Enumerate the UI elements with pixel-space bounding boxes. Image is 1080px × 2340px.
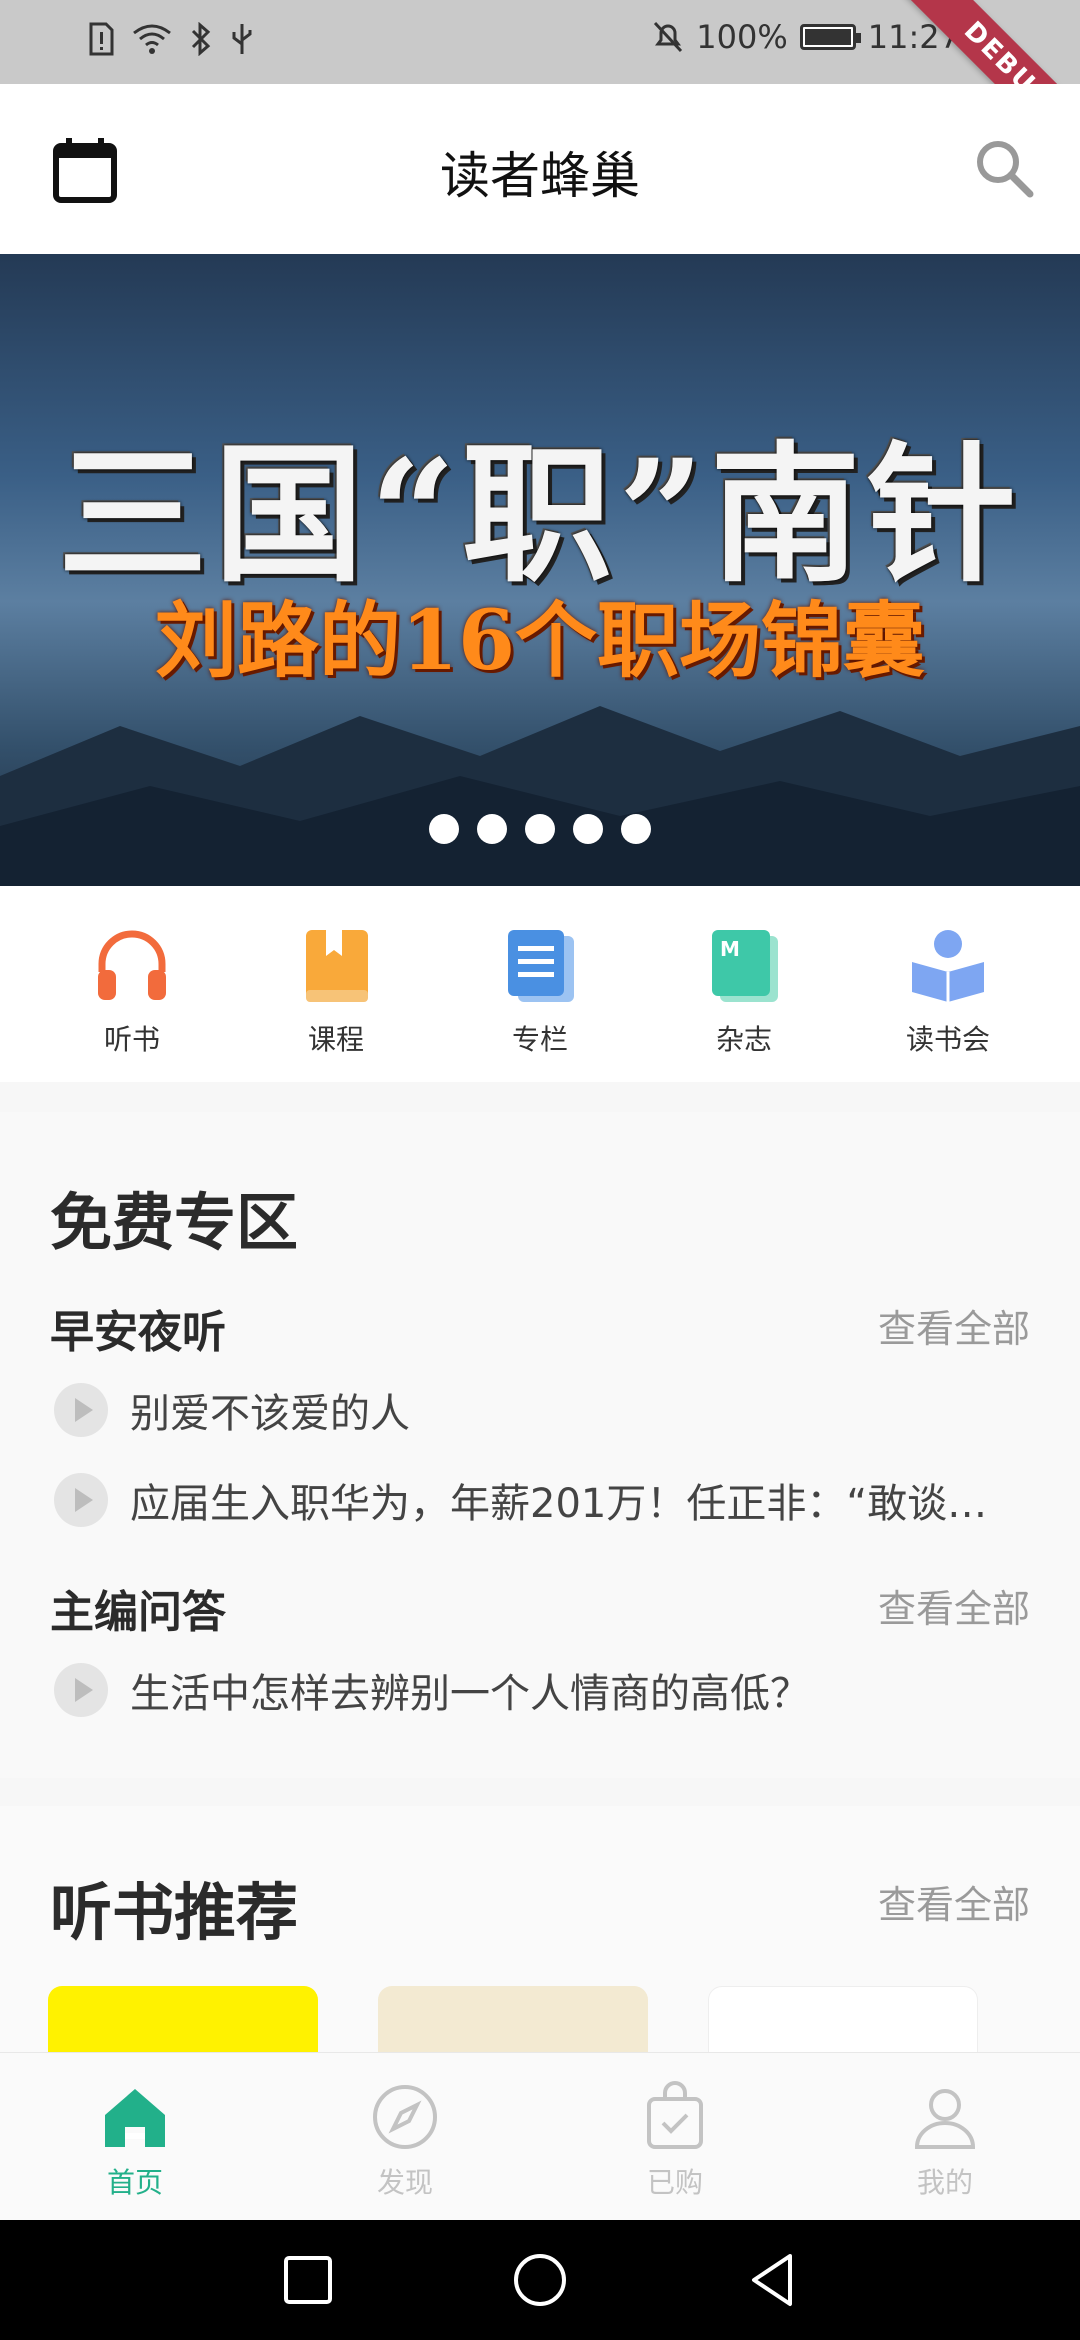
app-bar: 读者蜂巢 <box>0 84 1080 254</box>
free-zone-section: 免费专区 早安夜听 查看全部 别爱不该爱的人 应届生入职华为，年薪201万！任正… <box>0 1112 1080 1778</box>
category-course[interactable]: 课程 <box>256 886 416 1082</box>
track-item[interactable]: 应届生入职华为，年薪201万！任正非：“敢谈… <box>54 1470 987 1530</box>
banner-carousel[interactable]: 三国“职”南针 刘路的16个职场锦囊 <box>0 254 1080 886</box>
column-doc-icon <box>508 930 574 1002</box>
home-icon <box>105 2089 165 2147</box>
category-magazine[interactable]: M 杂志 <box>664 886 824 1082</box>
bottom-nav: 首页 发现 已购 我的 <box>0 2052 1080 2220</box>
banner-subtitle: 刘路的16个职场锦囊 <box>154 593 926 689</box>
carousel-dot[interactable] <box>525 814 555 844</box>
play-icon[interactable] <box>54 1473 108 1527</box>
see-all-link[interactable]: 查看全部 <box>878 1874 1030 1929</box>
bluetooth-icon <box>191 22 211 56</box>
play-icon[interactable] <box>54 1663 108 1717</box>
recent-apps-icon[interactable] <box>278 2250 338 2310</box>
play-icon[interactable] <box>54 1383 108 1437</box>
course-book-icon <box>306 930 368 1002</box>
track-title: 生活中怎样去辨别一个人情商的高低？ <box>130 1671 810 1717</box>
reading-club-icon <box>912 930 984 1002</box>
search-icon[interactable] <box>972 136 1036 200</box>
listen-recommend-section: 听书推荐 查看全部 <box>0 1806 1080 2056</box>
category-label: 专栏 <box>511 1023 568 1056</box>
listen-recommend-title: 听书推荐 <box>50 1876 299 1949</box>
track-item[interactable]: 别爱不该爱的人 <box>54 1380 410 1440</box>
mute-bell-icon <box>654 21 683 53</box>
category-label: 杂志 <box>715 1023 772 1056</box>
status-icons-right: 100% 11:27 <box>652 18 960 56</box>
usb-icon <box>232 24 252 54</box>
nav-mine[interactable]: 我的 <box>845 2053 1045 2220</box>
morning-night-title: 早安夜听 <box>50 1307 226 1358</box>
headphones-icon <box>98 930 166 1000</box>
status-icons-left <box>88 22 254 56</box>
category-label: 听书 <box>103 1023 160 1056</box>
nav-home[interactable]: 首页 <box>35 2053 235 2220</box>
nav-label: 已购 <box>646 2166 703 2199</box>
editor-qa-title: 主编问答 <box>50 1587 226 1638</box>
back-triangle-icon[interactable] <box>742 2250 802 2310</box>
track-item[interactable]: 生活中怎样去辨别一个人情商的高低？ <box>54 1660 810 1720</box>
category-label: 课程 <box>307 1023 364 1056</box>
category-listen-book[interactable]: 听书 <box>52 886 212 1082</box>
book-card[interactable] <box>708 1986 978 2056</box>
nav-label: 我的 <box>916 2166 973 2199</box>
carousel-dots <box>0 814 1080 844</box>
profile-icon <box>914 2089 976 2149</box>
category-row: 听书 课程 专栏 M 杂志 读书会 <box>0 886 1080 1082</box>
see-all-link[interactable]: 查看全部 <box>878 1578 1030 1633</box>
category-column[interactable]: 专栏 <box>460 886 620 1082</box>
home-circle-icon[interactable] <box>510 2250 570 2310</box>
nav-purchased[interactable]: 已购 <box>575 2053 775 2220</box>
battery-percent: 100% <box>696 18 788 56</box>
purchased-bag-icon <box>647 2081 703 2149</box>
sim-alert-icon <box>89 22 114 56</box>
carousel-dot[interactable] <box>477 814 507 844</box>
system-nav-bar <box>0 2220 1080 2340</box>
nav-label: 发现 <box>376 2166 433 2199</box>
nav-label: 首页 <box>106 2166 163 2199</box>
carousel-dot[interactable] <box>621 814 651 844</box>
page-title: 读者蜂巢 <box>440 147 640 205</box>
magazine-icon: M <box>712 930 778 1002</box>
category-label: 读书会 <box>905 1023 990 1056</box>
category-reading-club[interactable]: 读书会 <box>868 886 1028 1082</box>
free-zone-title: 免费专区 <box>50 1186 299 1259</box>
carousel-dot[interactable] <box>573 814 603 844</box>
book-card[interactable] <box>378 1986 648 2056</box>
book-card[interactable] <box>48 1986 318 2056</box>
compass-icon <box>373 2085 437 2149</box>
carousel-dot[interactable] <box>429 814 459 844</box>
wifi-icon <box>133 24 171 54</box>
see-all-link[interactable]: 查看全部 <box>878 1298 1030 1353</box>
track-title: 应届生入职华为，年薪201万！任正非：“敢谈… <box>130 1481 988 1527</box>
battery-icon <box>799 24 861 50</box>
track-title: 别爱不该爱的人 <box>130 1391 410 1437</box>
nav-discover[interactable]: 发现 <box>305 2053 505 2220</box>
status-bar: 100% 11:27 DEBUG <box>0 0 1080 188</box>
svg-text:M: M <box>720 937 740 961</box>
